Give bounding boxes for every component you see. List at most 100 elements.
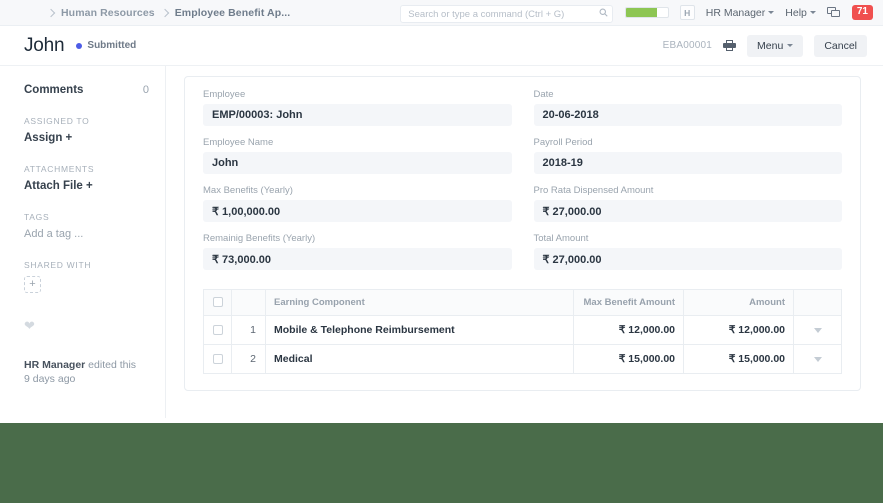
assign-button[interactable]: Assign + xyxy=(24,132,149,144)
cell-max-benefit-amount[interactable]: ₹ 15,000.00 xyxy=(573,344,684,374)
select-all-checkbox[interactable] xyxy=(212,297,223,308)
field-value-date[interactable]: 20-06-2018 xyxy=(533,104,842,126)
row-expand-cell xyxy=(793,315,842,345)
help-menu-label: Help xyxy=(785,6,807,19)
search-icon xyxy=(599,8,608,17)
field-label: Pro Rata Dispensed Amount xyxy=(533,185,654,196)
row-index: 2 xyxy=(231,344,266,374)
printer-icon[interactable] xyxy=(723,39,737,52)
setup-progress-bar[interactable] xyxy=(624,7,669,18)
menu-button-label: Menu xyxy=(757,39,784,52)
field-value-employee[interactable]: EMP/00003: John xyxy=(203,104,512,126)
comments-label: Comments xyxy=(24,84,84,96)
document-titlebar: John Submitted EBA00001 Menu Cancel xyxy=(0,26,883,66)
add-tag-input[interactable]: Add a tag ... xyxy=(24,228,149,240)
search-input[interactable] xyxy=(400,5,614,23)
field-label: Employee Name xyxy=(203,137,274,148)
search-container xyxy=(400,4,614,23)
cell-amount[interactable]: ₹ 15,000.00 xyxy=(683,344,794,374)
field-value-employee-name[interactable]: John xyxy=(203,152,512,174)
form-card: Employee EMP/00003: John Employee Name J… xyxy=(184,76,861,391)
field-employee: Employee EMP/00003: John xyxy=(203,89,512,126)
row-select-cell xyxy=(203,315,232,345)
field-label: Total Amount xyxy=(533,233,589,244)
cell-amount[interactable]: ₹ 12,000.00 xyxy=(683,315,794,345)
app-window: Human Resources Employee Benefit Ap... H… xyxy=(0,0,883,503)
shared-with-heading: SHARED WITH xyxy=(24,260,92,270)
field-label: Max Benefits (Yearly) xyxy=(203,185,293,196)
form-column-right: Date 20-06-2018 Payroll Period 2018-19 P… xyxy=(533,89,842,281)
field-label: Date xyxy=(533,89,554,100)
field-employee-name: Employee Name John xyxy=(203,137,512,174)
edited-by-user[interactable]: HR Manager xyxy=(24,359,85,371)
field-payroll-period: Payroll Period 2018-19 xyxy=(533,137,842,174)
sidebar-section-tags: TAGS Add a tag ... xyxy=(24,212,149,240)
user-menu[interactable]: HR Manager xyxy=(706,7,775,19)
select-all-header xyxy=(203,289,232,316)
form-grid: Employee EMP/00003: John Employee Name J… xyxy=(203,89,842,281)
status-badge: Submitted xyxy=(76,40,136,51)
row-checkbox[interactable] xyxy=(212,354,223,365)
earnings-table: Earning Component Max Benefit Amount Amo… xyxy=(203,289,842,374)
status-dot-icon xyxy=(76,42,83,49)
field-date: Date 20-06-2018 xyxy=(533,89,842,126)
titlebar-actions: EBA00001 Menu Cancel xyxy=(662,34,867,57)
cell-earning-component[interactable]: Medical xyxy=(265,344,574,374)
chevron-down-icon xyxy=(768,11,775,14)
field-label: Remainig Benefits (Yearly) xyxy=(203,233,316,244)
attachments-heading: ATTACHMENTS xyxy=(24,164,95,174)
chevron-right-icon xyxy=(46,8,56,17)
breadcrumb-item-human-resources[interactable]: Human Resources xyxy=(61,7,155,19)
column-header-max-benefit-amount: Max Benefit Amount xyxy=(573,289,684,316)
assigned-to-heading: ASSIGNED TO xyxy=(24,116,90,126)
chevron-down-icon xyxy=(809,11,816,14)
field-value-max-benefits[interactable]: ₹ 1,00,000.00 xyxy=(203,200,512,222)
table-row[interactable]: 2 Medical ₹ 15,000.00 ₹ 15,000.00 xyxy=(203,344,842,374)
breadcrumb-item-employee-benefit-application[interactable]: Employee Benefit Ap... xyxy=(175,7,291,19)
sidebar-item-comments[interactable]: Comments 0 xyxy=(24,84,149,96)
edited-by-text: edited this xyxy=(85,359,137,371)
user-menu-label: HR Manager xyxy=(705,6,766,19)
top-navbar: Human Resources Employee Benefit Ap... H… xyxy=(0,0,883,26)
column-header-amount: Amount xyxy=(683,289,794,316)
bottom-green-band xyxy=(0,423,883,503)
field-label: Employee xyxy=(203,89,246,100)
field-value-pro-rata[interactable]: ₹ 27,000.00 xyxy=(533,200,842,222)
table-row[interactable]: 1 Mobile & Telephone Reimbursement ₹ 12,… xyxy=(203,315,842,345)
heart-icon[interactable]: ❤ xyxy=(24,319,149,332)
field-max-benefits: Max Benefits (Yearly) ₹ 1,00,000.00 xyxy=(203,185,512,222)
attach-file-button[interactable]: Attach File + xyxy=(24,180,149,192)
field-label: Payroll Period xyxy=(533,137,593,148)
field-value-payroll-period[interactable]: 2018-19 xyxy=(533,152,842,174)
sidebar-section-assigned-to: ASSIGNED TO Assign + xyxy=(24,116,149,144)
chevron-down-icon[interactable] xyxy=(813,357,822,362)
chat-icon[interactable] xyxy=(826,6,841,19)
field-value-remaining-benefits[interactable]: ₹ 73,000.00 xyxy=(203,248,512,270)
tags-heading: TAGS xyxy=(24,212,50,222)
field-value-total-amount[interactable]: ₹ 27,000.00 xyxy=(533,248,842,270)
field-pro-rata-dispensed-amount: Pro Rata Dispensed Amount ₹ 27,000.00 xyxy=(533,185,842,222)
chevron-down-icon[interactable] xyxy=(813,328,822,333)
column-header-actions xyxy=(793,289,842,316)
cell-earning-component[interactable]: Mobile & Telephone Reimbursement xyxy=(265,315,574,345)
main-content: Employee EMP/00003: John Employee Name J… xyxy=(166,66,883,418)
notification-badge[interactable]: 71 xyxy=(851,5,873,20)
cancel-button-label: Cancel xyxy=(824,39,857,52)
navbar-right-group: H HR Manager Help 71 xyxy=(624,5,875,20)
row-expand-cell xyxy=(793,344,842,374)
column-header-earning-component: Earning Component xyxy=(265,289,574,316)
help-menu[interactable]: Help xyxy=(785,7,816,19)
sidebar: Comments 0 ASSIGNED TO Assign + ATTACHME… xyxy=(0,66,166,418)
sidebar-section-shared-with: SHARED WITH + xyxy=(24,260,149,293)
page-title: John xyxy=(24,34,65,56)
chevron-down-icon xyxy=(787,44,794,47)
page-body: Comments 0 ASSIGNED TO Assign + ATTACHME… xyxy=(0,66,883,418)
breadcrumb: Human Resources Employee Benefit Ap... xyxy=(46,7,291,19)
menu-button[interactable]: Menu xyxy=(747,34,804,57)
add-share-button[interactable]: + xyxy=(24,276,41,293)
cell-max-benefit-amount[interactable]: ₹ 12,000.00 xyxy=(573,315,684,345)
cancel-button[interactable]: Cancel xyxy=(814,34,867,57)
field-total-amount: Total Amount ₹ 27,000.00 xyxy=(533,233,842,270)
document-id: EBA00001 xyxy=(662,40,713,51)
row-checkbox[interactable] xyxy=(212,325,223,336)
